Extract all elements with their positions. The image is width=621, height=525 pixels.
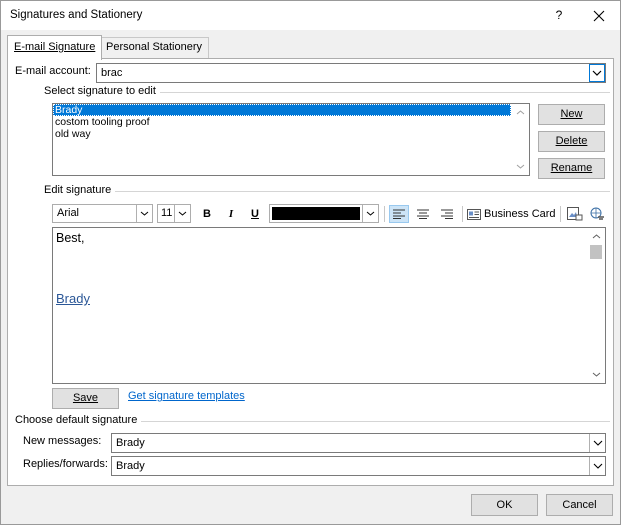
ok-button[interactable]: OK (471, 494, 538, 516)
email-account-dropdown-button[interactable] (589, 64, 605, 82)
window-title: Signatures and Stationery (10, 9, 143, 21)
business-card-icon (467, 208, 481, 220)
tab-personal-stationery-label: Personal Stationery (106, 41, 202, 53)
chevron-down-icon (593, 463, 602, 469)
font-size-dropdown-button[interactable] (174, 205, 190, 222)
scrollbar-thumb[interactable] (590, 245, 602, 259)
font-name-select[interactable]: Arial (52, 204, 153, 223)
signatures-dialog: Signatures and Stationery ? E-mail Signa… (0, 0, 621, 525)
default-signature-legend: Choose default signature (15, 414, 142, 426)
replies-forwards-dropdown-button[interactable] (589, 457, 605, 475)
signature-name-link[interactable]: Brady (56, 291, 90, 306)
chevron-down-icon (366, 211, 375, 216)
signature-list[interactable]: Brady costom tooling proof old way (52, 103, 530, 176)
rename-button[interactable]: Rename (538, 158, 605, 179)
italic-icon: I (228, 208, 234, 220)
chevron-up-icon (592, 234, 601, 239)
ok-button-label: OK (496, 499, 513, 511)
signature-body-text: Best, (56, 231, 85, 245)
replies-forwards-select[interactable]: Brady (111, 456, 606, 476)
title-bar[interactable]: Signatures and Stationery ? (1, 1, 620, 30)
tab-email-signature-label: E-mail Signature (14, 41, 96, 53)
bold-button[interactable]: B (197, 205, 217, 223)
underline-button[interactable]: U (245, 205, 265, 223)
new-button-label: New (560, 108, 583, 120)
business-card-button[interactable]: Business Card (467, 205, 556, 223)
chevron-down-icon (178, 211, 187, 216)
scroll-down-button[interactable] (512, 158, 529, 175)
chevron-down-icon (516, 164, 525, 169)
picture-icon (567, 207, 583, 221)
underline-icon: U (251, 208, 259, 220)
font-name-value: Arial (57, 207, 80, 219)
chevron-down-icon (593, 440, 602, 446)
font-color-swatch (272, 207, 360, 220)
insert-picture-button[interactable] (565, 205, 585, 223)
signature-editor[interactable]: Best, Brady (52, 227, 606, 384)
italic-button[interactable]: I (221, 205, 241, 223)
bold-icon: B (203, 208, 211, 220)
toolbar-divider (384, 206, 385, 222)
font-size-value: 11 (161, 207, 173, 219)
close-icon (593, 10, 605, 22)
email-signature-panel: E-mail account: brac Select signature to… (7, 58, 614, 486)
new-button[interactable]: New (538, 104, 605, 125)
select-signature-legend: Select signature to edit (44, 85, 160, 97)
align-center-button[interactable] (413, 205, 433, 223)
chevron-down-icon (140, 211, 149, 216)
new-messages-label: New messages: (23, 435, 102, 447)
insert-hyperlink-button[interactable] (587, 205, 607, 223)
tab-personal-stationery[interactable]: Personal Stationery (99, 37, 209, 58)
list-item[interactable]: costom tooling proof (53, 116, 529, 128)
default-signature-group: Choose default signature (15, 414, 610, 426)
replies-forwards-label: Replies/forwards: (23, 458, 108, 470)
email-account-label: E-mail account: (15, 65, 91, 77)
align-left-button[interactable] (389, 205, 409, 223)
email-account-value: brac (101, 67, 123, 79)
align-right-icon (441, 209, 453, 219)
close-button[interactable] (586, 1, 612, 30)
font-size-select[interactable]: 11 (157, 204, 191, 223)
help-icon: ? (555, 8, 563, 22)
cancel-button-label: Cancel (562, 499, 597, 511)
toolbar-divider (560, 206, 561, 222)
edit-signature-legend: Edit signature (44, 184, 116, 196)
help-button[interactable]: ? (546, 1, 572, 30)
rename-button-label: Rename (550, 162, 593, 174)
align-center-icon (417, 209, 429, 219)
email-account-select[interactable]: brac (96, 63, 606, 83)
scroll-up-button[interactable] (588, 228, 605, 245)
font-name-dropdown-button[interactable] (136, 205, 152, 222)
font-color-select[interactable] (269, 204, 379, 223)
align-right-button[interactable] (437, 205, 457, 223)
edit-signature-group: Edit signature (44, 184, 610, 196)
formatting-toolbar: Arial 11 B I U Business Card (52, 204, 607, 226)
signature-list-scrollbar[interactable] (512, 104, 529, 175)
list-item[interactable]: Brady (53, 104, 511, 116)
select-signature-group: Select signature to edit (44, 85, 610, 97)
signature-templates-link[interactable]: Get signature templates (128, 390, 245, 402)
delete-button-label: Delete (555, 135, 588, 147)
cancel-button[interactable]: Cancel (546, 494, 613, 516)
business-card-label: Business Card (484, 208, 556, 220)
replies-forwards-value: Brady (116, 460, 145, 472)
new-messages-value: Brady (116, 437, 145, 449)
chevron-down-icon (592, 372, 601, 377)
save-button[interactable]: Save (52, 388, 119, 409)
align-left-icon (393, 209, 405, 219)
hyperlink-icon (590, 207, 604, 220)
save-button-label: Save (72, 392, 99, 404)
chevron-up-icon (516, 110, 525, 115)
toolbar-divider (462, 206, 463, 222)
chevron-down-icon (592, 70, 602, 76)
scroll-up-button[interactable] (512, 104, 529, 121)
scroll-down-button[interactable] (588, 366, 605, 383)
font-color-dropdown-button[interactable] (362, 205, 378, 222)
list-item[interactable]: old way (53, 128, 529, 140)
delete-button[interactable]: Delete (538, 131, 605, 152)
editor-scrollbar[interactable] (588, 228, 605, 383)
new-messages-select[interactable]: Brady (111, 433, 606, 453)
new-messages-dropdown-button[interactable] (589, 434, 605, 452)
tab-email-signature[interactable]: E-mail Signature (7, 35, 103, 60)
